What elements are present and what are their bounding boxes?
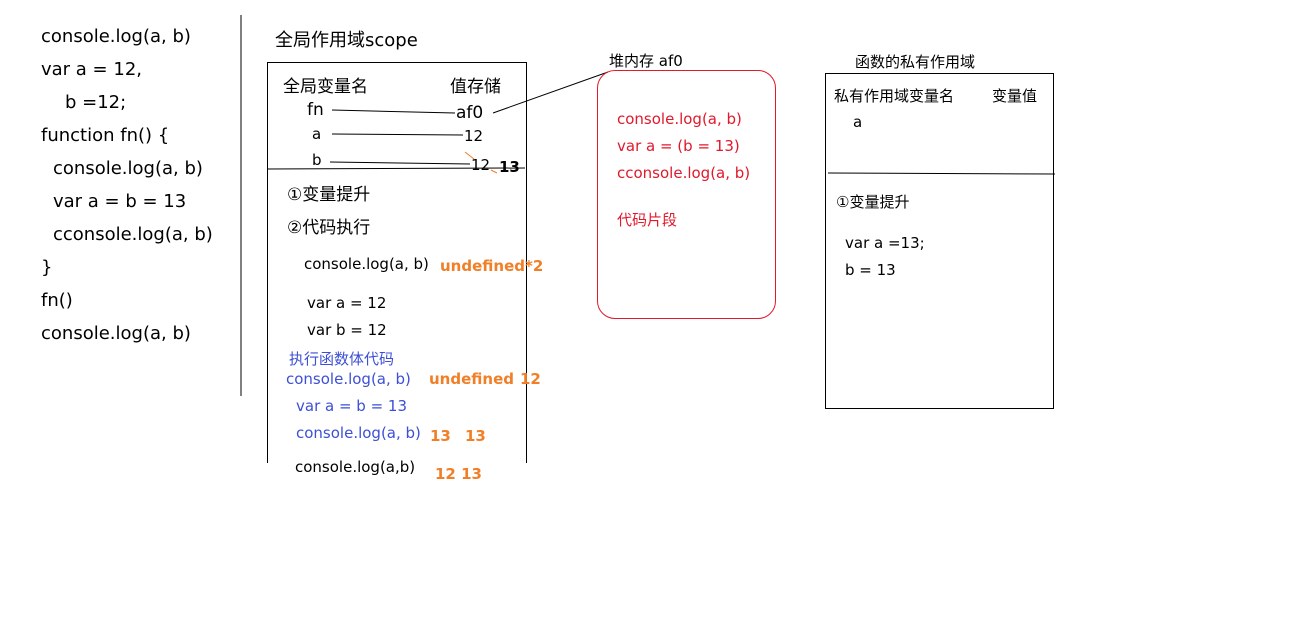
- private-line: var a =13;: [845, 234, 925, 252]
- exec-final-log: console.log(a,b): [295, 458, 416, 476]
- var-value-b-new: 13: [499, 158, 520, 176]
- code-line: cconsole.log(a, b): [53, 224, 213, 245]
- heap-title: 堆内存 af0: [609, 52, 683, 70]
- global-step-hoisting: ①变量提升: [287, 185, 371, 205]
- exec-fn-log1-result: undefined: [429, 370, 514, 388]
- code-line: console.log(a, b): [41, 323, 191, 344]
- var-name-a: a: [312, 125, 322, 143]
- exec-fn-body-label: 执行函数体代码: [289, 350, 395, 368]
- global-col-name: 全局变量名: [283, 77, 368, 97]
- exec-fn-assign: var a = b = 13: [296, 397, 408, 415]
- exec-fn-log2-result-a: 13: [430, 427, 451, 445]
- code-line: function fn() {: [41, 125, 170, 146]
- exec-log1: console.log(a, b): [304, 255, 429, 273]
- exec-fn-log2: console.log(a, b): [296, 424, 421, 442]
- exec-fn-log2-result-b: 13: [465, 427, 486, 445]
- exec-fn-log1: console.log(a, b): [286, 370, 411, 388]
- exec-var-b: var b = 12: [307, 321, 387, 339]
- exec-log1-result: undefined*2: [440, 257, 544, 275]
- private-col-name: 私有作用域变量名: [834, 87, 955, 105]
- private-line: b = 13: [845, 261, 896, 279]
- exec-var-a: var a = 12: [307, 294, 387, 312]
- heap-footer-label: 代码片段: [617, 211, 678, 229]
- code-line: fn(): [41, 290, 73, 311]
- exec-final-result: 12 13: [435, 465, 482, 483]
- heap-line: console.log(a, b): [617, 110, 742, 128]
- var-value-a: 12: [464, 127, 484, 145]
- exec-fn-log1-result2: 12: [520, 370, 541, 388]
- private-scope-title: 函数的私有作用域: [855, 53, 976, 71]
- code-line: console.log(a, b): [41, 26, 191, 47]
- global-scope-title: 全局作用域scope: [275, 30, 418, 51]
- private-var-a: a: [853, 113, 863, 131]
- code-line: var a = b = 13: [53, 191, 187, 212]
- global-step-execution: ②代码执行: [287, 218, 371, 238]
- private-col-value: 变量值: [992, 87, 1038, 105]
- var-value-b: 12: [471, 156, 491, 174]
- code-line: console.log(a, b): [53, 158, 203, 179]
- heap-line: cconsole.log(a, b): [617, 164, 751, 182]
- var-value-fn: af0: [456, 103, 484, 123]
- code-line: }: [41, 257, 53, 278]
- var-name-b: b: [312, 151, 322, 169]
- global-col-value: 值存储: [450, 77, 501, 97]
- heap-box: [597, 70, 776, 319]
- private-step-hoisting: ①变量提升: [836, 193, 910, 211]
- code-line: b =12;: [65, 92, 127, 113]
- code-line: var a = 12,: [41, 59, 142, 80]
- var-name-fn: fn: [307, 100, 324, 120]
- heap-line: var a = (b = 13): [617, 137, 740, 155]
